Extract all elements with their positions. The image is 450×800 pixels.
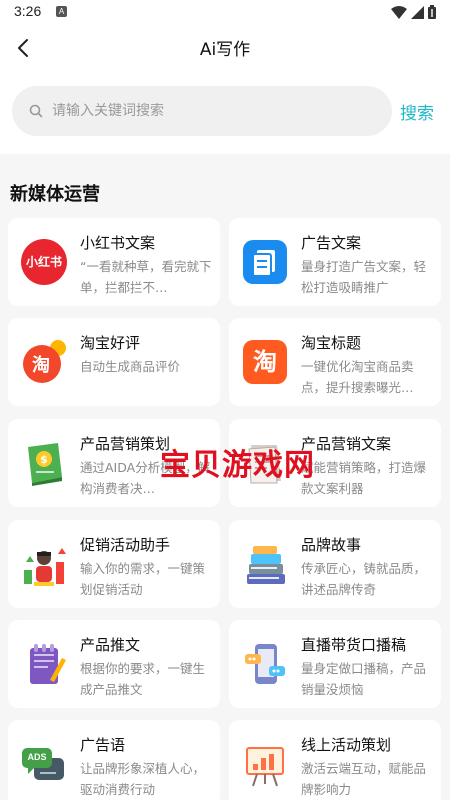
notepad-pen-icon <box>30 644 66 684</box>
card-taobao-review[interactable]: 淘 淘宝好评 自动生成商品评价 <box>8 318 220 406</box>
search-button[interactable]: 搜索 <box>400 99 434 124</box>
card-title: 直播带货口播稿 <box>301 636 407 654</box>
content-area: 新媒体运营 小红书 小红书文案 “一看就种草，看完就下单，拦都拦不… 广告文案 … <box>0 154 450 800</box>
card-desc: 通过AIDA分析模型，解构消费者决… <box>80 460 211 496</box>
card-title: 促销活动助手 <box>80 536 171 554</box>
card-title: 广告文案 <box>301 234 362 252</box>
card-desc: 根据你的要求，一键生成产品推文 <box>80 661 206 697</box>
signal-icon <box>411 5 424 19</box>
card-desc: “一看就种草，看完就下单，拦都拦不… <box>80 259 212 295</box>
document-icon <box>243 240 287 284</box>
search-row: 搜索 <box>0 72 450 154</box>
card-title: 淘宝好评 <box>80 334 141 352</box>
card-title: 产品营销文案 <box>301 435 392 453</box>
card-desc: 一键优化淘宝商品卖点，提升搜索曝光… <box>301 359 414 395</box>
status-indicators <box>391 5 436 19</box>
card-title: 淘宝标题 <box>301 334 362 352</box>
card-desc: 激活云端互动，赋能品牌影响力 <box>301 761 427 797</box>
money-book-icon: $ <box>28 443 62 486</box>
card-desc: 输入你的需求，一键策划促销活动 <box>80 561 206 597</box>
card-livestream-script[interactable]: 直播带货口播稿 量身定做口播稿，产品销量没烦恼 <box>229 620 441 708</box>
notification-app-icon: A <box>56 6 67 17</box>
card-desc: 量身定做口播稿，产品销量没烦恼 <box>301 661 427 697</box>
card-desc: 赋能营销策略，打造爆款文案利器 <box>301 460 427 496</box>
section-title: 新媒体运营 <box>10 184 100 205</box>
svg-text:$: $ <box>40 453 48 466</box>
books-stack-icon <box>247 546 285 584</box>
card-title: 小红书文案 <box>80 234 156 252</box>
search-icon <box>29 104 43 118</box>
status-bar: 3:26 A <box>0 0 450 24</box>
xiaohongshu-logo-text: 小红书 <box>25 255 62 269</box>
ads-bubble-text: ADS <box>27 752 47 762</box>
phone-chat-icon <box>245 644 285 684</box>
search-input[interactable] <box>52 86 382 136</box>
card-desc: 量身打造广告文案，轻松打造吸睛推广 <box>301 259 427 295</box>
search-box[interactable] <box>12 86 392 136</box>
card-taobao-title[interactable]: 淘 淘宝标题 一键优化淘宝商品卖点，提升搜索曝光… <box>229 318 441 406</box>
taobao-badge-text: 淘 <box>32 355 50 376</box>
wifi-icon <box>391 5 407 19</box>
status-time: 3:26 <box>14 3 42 19</box>
battery-icon <box>428 5 436 19</box>
presentation-board-icon <box>246 747 284 787</box>
card-title: 产品营销策划 <box>80 435 171 453</box>
card-product-marketing-copy[interactable]: 产品营销文案 赋能营销策略，打造爆款文案利器 <box>229 419 441 507</box>
nav-bar: Ai写作 <box>0 24 450 72</box>
card-xiaohongshu[interactable]: 小红书 小红书文案 “一看就种草，看完就下单，拦都拦不… <box>8 218 220 306</box>
paper-stack-icon <box>248 445 281 484</box>
card-title: 品牌故事 <box>301 536 362 554</box>
card-desc: 传承匠心，铸就品质，讲述品牌传奇 <box>301 561 427 597</box>
card-ad-copy[interactable]: 广告文案 量身打造广告文案，轻松打造吸睛推广 <box>229 218 441 306</box>
ads-bubble-icon <box>22 748 64 780</box>
card-title: 广告语 <box>80 736 126 754</box>
growth-character-icon <box>24 548 66 586</box>
card-promotion-assistant[interactable]: 促销活动助手 输入你的需求，一键策划促销活动 <box>8 520 220 608</box>
card-brand-story[interactable]: 品牌故事 传承匠心，铸就品质，讲述品牌传奇 <box>229 520 441 608</box>
card-title: 线上活动策划 <box>301 736 392 754</box>
taobao-logo-text: 淘 <box>253 348 277 376</box>
card-product-post[interactable]: 产品推文 根据你的要求，一键生成产品推文 <box>8 620 220 708</box>
card-product-marketing-plan[interactable]: $ 产品营销策划 通过AIDA分析模型，解构消费者决… <box>8 419 220 507</box>
page-title: Ai写作 <box>199 40 251 60</box>
card-title: 产品推文 <box>80 636 141 654</box>
card-desc: 让品牌形象深植人心，驱动消费行动 <box>80 761 206 797</box>
card-desc: 自动生成商品评价 <box>80 359 181 374</box>
card-online-event-plan[interactable]: 线上活动策划 激活云端互动，赋能品牌影响力 <box>229 720 441 800</box>
card-slogan[interactable]: ADS 广告语 让品牌形象深植人心，驱动消费行动 <box>8 720 220 800</box>
